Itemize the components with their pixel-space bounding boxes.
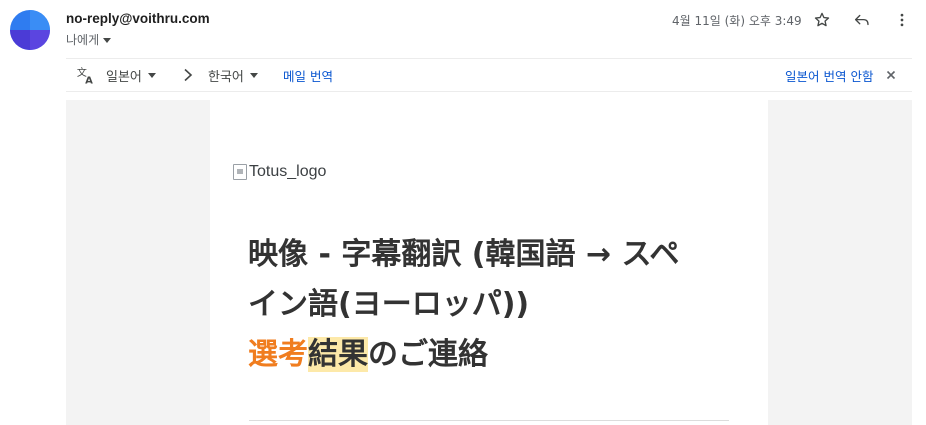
avatar-logo-icon (10, 10, 50, 50)
reply-icon (854, 14, 869, 26)
dont-translate-link[interactable]: 일본어 번역 안함 (785, 59, 873, 91)
email-date: 4월 11일 (화) 오후 3:49 (672, 14, 802, 28)
star-button[interactable] (810, 8, 834, 32)
content-divider (249, 420, 729, 421)
company-logo: Totus_logo (233, 163, 326, 181)
target-language-dropdown[interactable]: 한국어 (208, 59, 258, 91)
title-line-2: イン語(ヨーロッパ)) (248, 287, 530, 322)
broken-image-icon (233, 164, 247, 180)
translate-message-link[interactable]: 메일 번역 (283, 59, 333, 91)
title-line-1: 映像 - 字幕翻訳 (韓国語 → スペ (248, 237, 680, 272)
recipient-label: 나에게 (66, 33, 100, 47)
title-line-3: 選考結果のご連絡 (248, 330, 748, 380)
close-icon (886, 70, 896, 80)
title-rest-text: のご連絡 (368, 337, 488, 372)
email-title: 映像 - 字幕翻訳 (韓国語 → スペ イン語(ヨーロッパ)) 選考結果のご連絡 (248, 230, 748, 380)
recipient-dropdown[interactable]: 나에게 (66, 31, 112, 48)
reply-button[interactable] (850, 8, 874, 32)
email-body: Totus_logo 映像 - 字幕翻訳 (韓国語 → スペ イン語(ヨーロッパ… (66, 100, 912, 425)
target-language-label: 한국어 (208, 69, 244, 85)
more-vert-icon (900, 13, 904, 27)
translate-bar: 文 A 일본어 한국어 메일 번역 일본어 번역 안함 (66, 58, 912, 92)
sender-email: no-reply@voithru.com (66, 11, 210, 26)
close-translate-button[interactable] (886, 59, 896, 91)
email-content-card: Totus_logo 映像 - 字幕翻訳 (韓国語 → スペ イン語(ヨーロッパ… (210, 100, 768, 425)
sender-avatar[interactable] (10, 10, 50, 50)
caret-down-icon (147, 72, 156, 78)
email-view: no-reply@voithru.com 나에게 4월 11일 (화) 오후 3… (0, 0, 926, 425)
title-highlight-text: 結果 (308, 337, 368, 372)
source-language-label: 일본어 (106, 69, 142, 85)
translate-icon: 文 A (77, 66, 93, 85)
chevron-right-icon (182, 59, 194, 91)
source-language-dropdown[interactable]: 일본어 (106, 59, 156, 91)
more-options-button[interactable] (890, 8, 914, 32)
caret-down-icon (249, 72, 258, 78)
translate-icon-wrap: 文 A (76, 59, 96, 91)
svg-text:A: A (85, 75, 93, 85)
star-icon (814, 12, 830, 27)
logo-alt-text: Totus_logo (249, 163, 327, 180)
caret-down-icon (103, 38, 112, 43)
title-orange-text: 選考 (248, 337, 308, 372)
